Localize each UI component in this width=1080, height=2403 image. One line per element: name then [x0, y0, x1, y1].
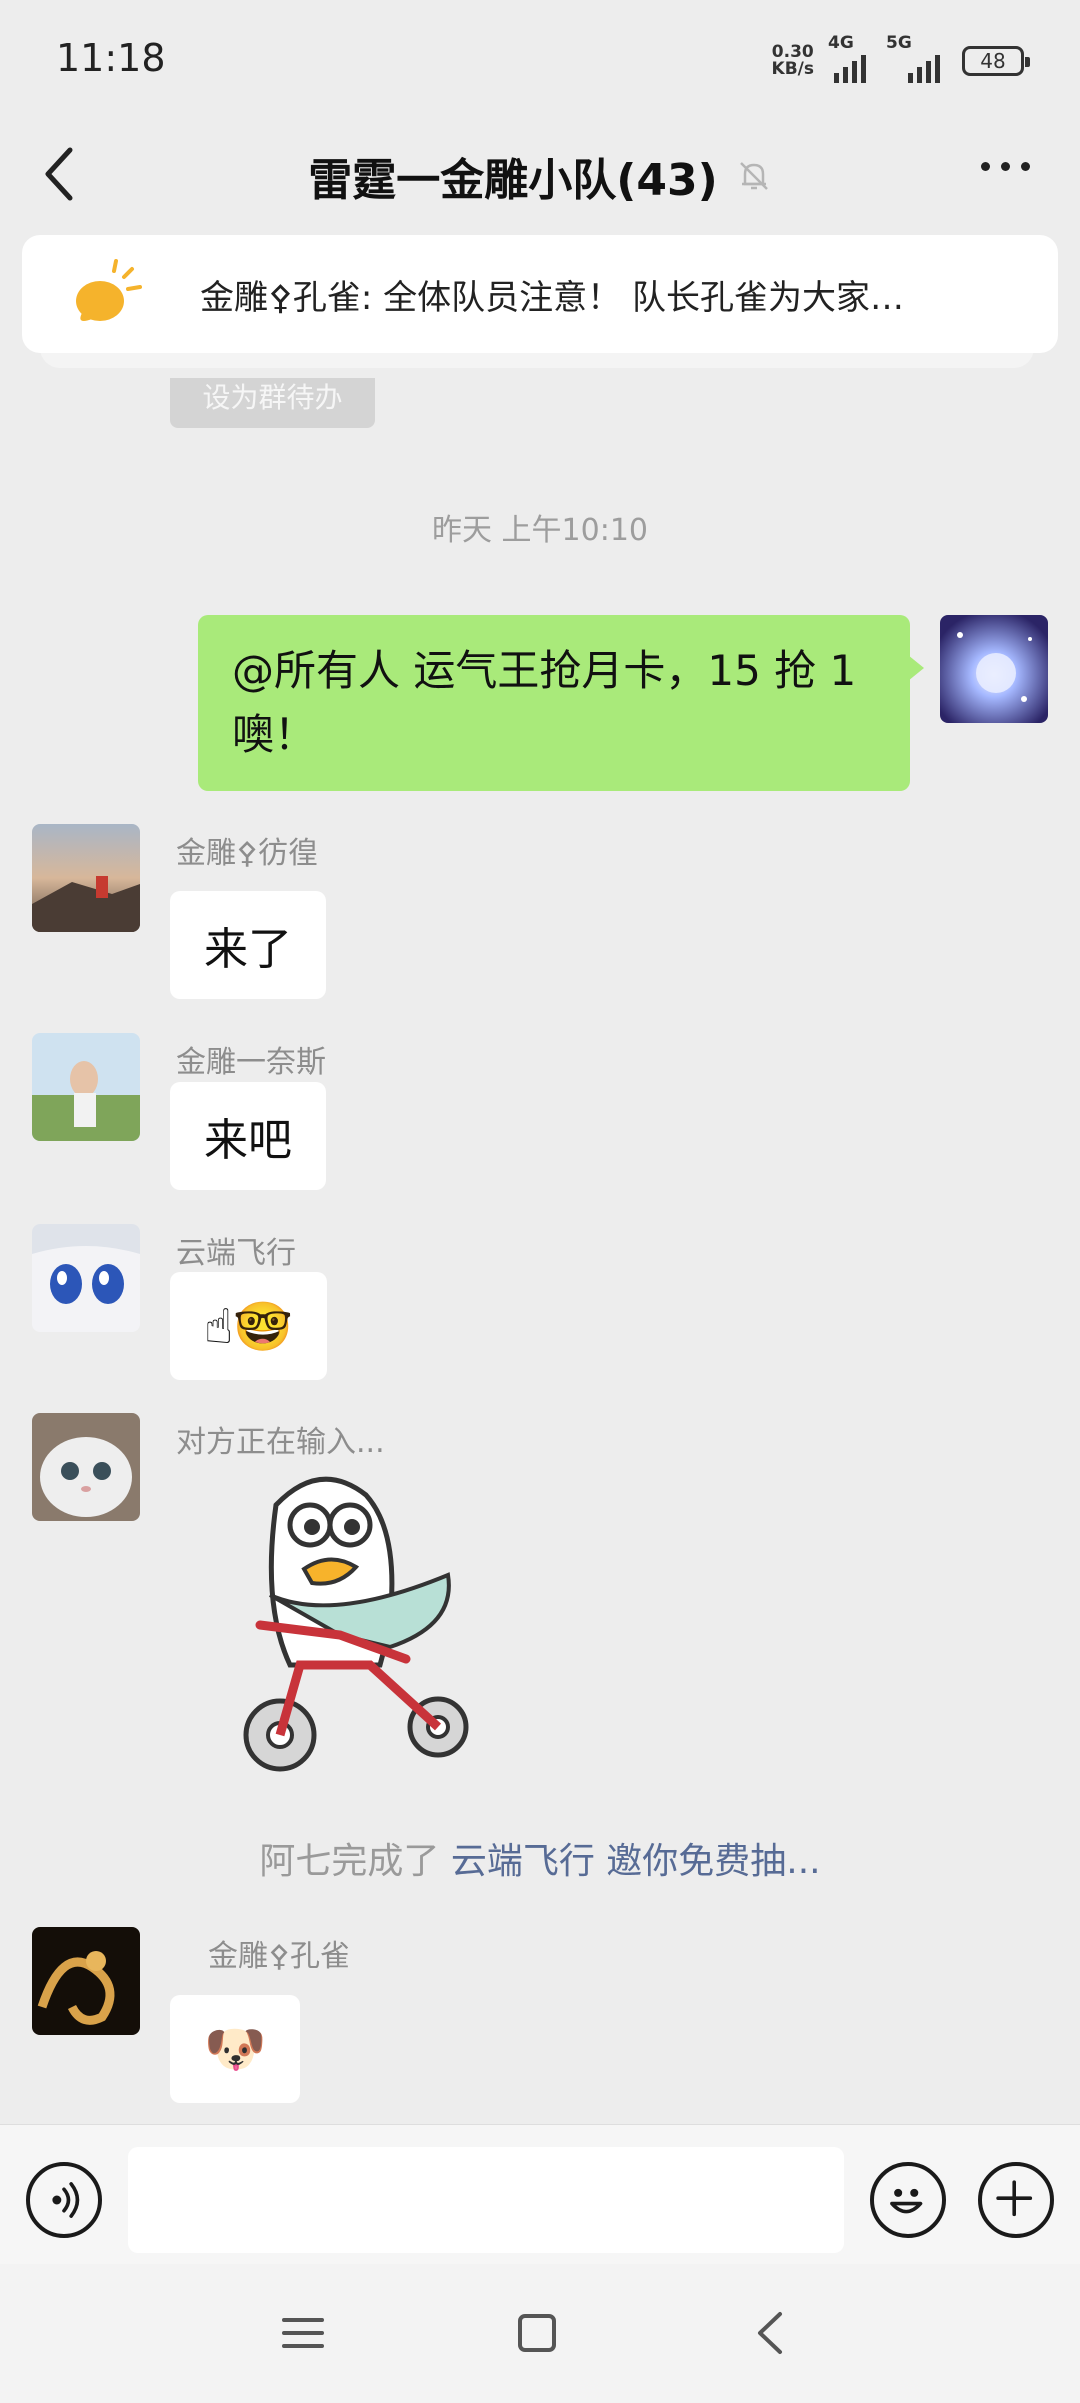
- avatar[interactable]: [32, 1224, 140, 1332]
- system-nav-bar: [0, 2264, 1080, 2403]
- menu-icon[interactable]: [278, 2308, 328, 2358]
- message-bubble[interactable]: 来了: [170, 891, 326, 999]
- home-icon[interactable]: [512, 2308, 562, 2358]
- net-speed-unit: KB/s: [771, 59, 814, 79]
- sim2-label: 5G: [886, 33, 912, 53]
- pinned-announcement[interactable]: 金雕⚴孔雀: 全体队员注意！ 队长孔雀为大家…: [22, 235, 1058, 353]
- pinned-text: 金雕⚴孔雀: 全体队员注意！ 队长孔雀为大家…: [200, 277, 904, 318]
- system-notice: 阿七完成了 云端飞行 邀你免费抽...: [0, 1832, 1080, 1884]
- avatar[interactable]: [32, 1413, 140, 1521]
- avatar[interactable]: [32, 1927, 140, 2035]
- more-dots-icon[interactable]: [981, 162, 1030, 171]
- message-text-line2: 噢！: [232, 710, 317, 759]
- system-notice-prefix: 阿七完成了: [259, 1841, 440, 1882]
- plus-icon[interactable]: [978, 2162, 1054, 2238]
- message-input[interactable]: [128, 2147, 844, 2253]
- battery-level: 48: [980, 49, 1006, 73]
- voice-icon[interactable]: [26, 2162, 102, 2238]
- message-bubble[interactable]: 🐶: [170, 1995, 301, 2103]
- group-todo-chip[interactable]: 设为群待办: [170, 378, 375, 428]
- avatar[interactable]: [32, 1033, 140, 1141]
- avatar[interactable]: [940, 615, 1048, 723]
- mute-bell-icon: [739, 162, 768, 190]
- back-icon[interactable]: [746, 2308, 796, 2358]
- sender-name: 金雕⚴彷徨: [176, 836, 318, 871]
- signal-icon: 5G: [886, 33, 948, 83]
- chat-title[interactable]: 雷霆一金雕小队(43): [308, 144, 717, 208]
- message-text-line1: @所有人 运气王抢月卡，15 抢 1: [232, 646, 857, 695]
- signal-icon: 4G: [828, 33, 872, 83]
- announcement-bulb-icon: [76, 259, 142, 321]
- emoji-icon[interactable]: [870, 2162, 946, 2238]
- duck-sticker[interactable]: [220, 1465, 470, 1785]
- status-time: 11:18: [56, 36, 166, 80]
- battery-icon: 48: [962, 46, 1030, 76]
- net-speed: 0.30 KB/s: [772, 44, 814, 78]
- avatar[interactable]: [32, 824, 140, 932]
- status-icons: 0.30 KB/s 4G 5G 48: [772, 33, 1030, 86]
- input-bar: [0, 2124, 1080, 2264]
- own-message-bubble[interactable]: @所有人 运气王抢月卡，15 抢 1 噢！: [198, 615, 924, 791]
- message-timestamp: 昨天 上午10:10: [432, 513, 648, 548]
- message-bubble[interactable]: 来吧: [170, 1082, 326, 1190]
- sim1-label: 4G: [828, 33, 854, 53]
- sender-name: 金雕一奈斯: [176, 1045, 326, 1080]
- sender-name: 金雕⚴孔雀: [208, 1939, 350, 1974]
- sender-name: 对方正在输入...: [176, 1425, 385, 1460]
- message-bubble[interactable]: ☝🤓: [170, 1272, 327, 1380]
- sender-name: 云端飞行: [176, 1236, 296, 1271]
- title-wrap: 雷霆一金雕小队(43): [0, 144, 1080, 208]
- system-notice-link[interactable]: 云端飞行 邀你免费抽...: [451, 1841, 821, 1882]
- chat-header: 雷霆一金雕小队(43): [0, 120, 1080, 232]
- status-bar: 11:18 0.30 KB/s 4G 5G 48: [0, 0, 1080, 120]
